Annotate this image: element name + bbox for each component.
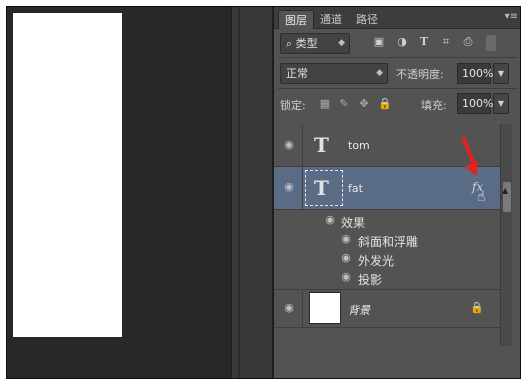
text-filter-icon[interactable]: T [417,35,431,49]
search-icon: ⌕ [286,37,296,50]
tab-paths[interactable]: 路径 [350,10,384,29]
effect-row-drop-shadow[interactable]: ◉ 投影 [274,269,500,288]
visibility-eye-icon[interactable]: ◉ [281,138,297,154]
hand-cursor-icon: ☝ [477,189,486,205]
panel-dock-strip [231,7,273,378]
visibility-eye-icon[interactable]: ◉ [322,213,338,229]
filter-row: ⌕ 类型 ◆ ▣ ◑ T ⌗ ⎙ [274,29,520,57]
chevron-updown-icon: ◆ [338,38,345,48]
layers-scrollbar[interactable]: ▲ [500,124,512,346]
blend-mode-value: 正常 [286,67,308,80]
blend-mode-select[interactable]: 正常 ◆ [280,63,388,84]
effect-label: 投影 [358,273,383,287]
filter-kind-label: 类型 [295,37,318,50]
lock-row: 锁定: ▦ ✎ ✥ 🔒 填充: 100% ▼ [274,89,520,118]
tab-layers[interactable]: 图层 [278,10,314,29]
lock-position-icon[interactable]: ✥ [358,98,370,110]
visibility-eye-icon[interactable]: ◉ [338,232,354,248]
photoshop-window: 图层 通道 路径 ▾≡ ⌕ 类型 ◆ ▣ ◑ T ⌗ ⎙ 正常 ◆ 不透明度: … [6,6,521,379]
adjustment-filter-icon[interactable]: ◑ [395,35,409,49]
fill-dropdown-button[interactable]: ▼ [493,93,509,114]
lock-label: 锁定: [280,99,306,112]
layer-name[interactable]: 背景 [348,302,370,318]
text-layer-icon: T [314,176,329,200]
divider [302,167,303,209]
tab-channels[interactable]: 通道 [314,10,348,29]
effects-header-row[interactable]: ◉ 效果 [274,212,500,231]
fill-input[interactable]: 100% [457,93,493,114]
layer-name[interactable]: tom [348,139,370,152]
visibility-eye-icon[interactable]: ◉ [338,270,354,286]
scroll-up-icon[interactable]: ▲ [502,186,508,195]
lock-pixels-icon[interactable]: ✎ [338,98,350,110]
visibility-eye-icon[interactable]: ◉ [281,180,297,196]
effect-row-bevel[interactable]: ◉ 斜面和浮雕 [274,231,500,250]
smart-object-filter-icon[interactable]: ⎙ [461,35,475,49]
panel-tabs: 图层 通道 路径 ▾≡ [274,7,520,29]
lock-transparency-icon[interactable]: ▦ [319,98,331,110]
layer-name[interactable]: fat [348,182,363,195]
lock-icon: 🔒 [470,301,484,314]
effect-label: 外发光 [358,254,395,268]
layers-panel: 图层 通道 路径 ▾≡ ⌕ 类型 ◆ ▣ ◑ T ⌗ ⎙ 正常 ◆ 不透明度: … [273,7,520,378]
text-layer-icon: T [314,133,329,157]
fill-label: 填充: [421,99,447,112]
filter-toggle-switch[interactable] [486,35,496,51]
visibility-eye-icon[interactable]: ◉ [281,301,297,317]
divider [302,290,303,327]
filter-kind-select[interactable]: ⌕ 类型 ◆ [280,33,350,54]
blend-row: 正常 ◆ 不透明度: 100% ▼ [274,58,520,88]
effect-label: 斜面和浮雕 [358,235,419,249]
document-canvas[interactable] [13,13,122,337]
lock-all-icon[interactable]: 🔒 [378,98,392,110]
divider [302,124,303,166]
opacity-dropdown-button[interactable]: ▼ [493,63,509,84]
panel-menu-icon[interactable]: ▾≡ [505,11,518,22]
background-thumbnail [309,292,341,324]
visibility-eye-icon[interactable]: ◉ [338,251,354,267]
effects-label: 效果 [341,216,366,230]
layer-row-fat[interactable]: ◉ T fat fx ☝ [274,136,500,210]
layer-list: ◉ T tom ◉ T fat fx ☝ ◉ 效果 ◉ 斜面和浮雕 ◉ 外发光 … [274,124,500,376]
effect-row-outer-glow[interactable]: ◉ 外发光 [274,250,500,269]
opacity-label: 不透明度: [396,68,444,81]
shape-filter-icon[interactable]: ⌗ [439,35,453,49]
image-filter-icon[interactable]: ▣ [372,35,386,49]
opacity-input[interactable]: 100% [457,63,493,84]
chevron-updown-icon: ◆ [376,68,383,78]
layer-row-background[interactable]: ◉ 背景 🔒 [274,290,500,328]
